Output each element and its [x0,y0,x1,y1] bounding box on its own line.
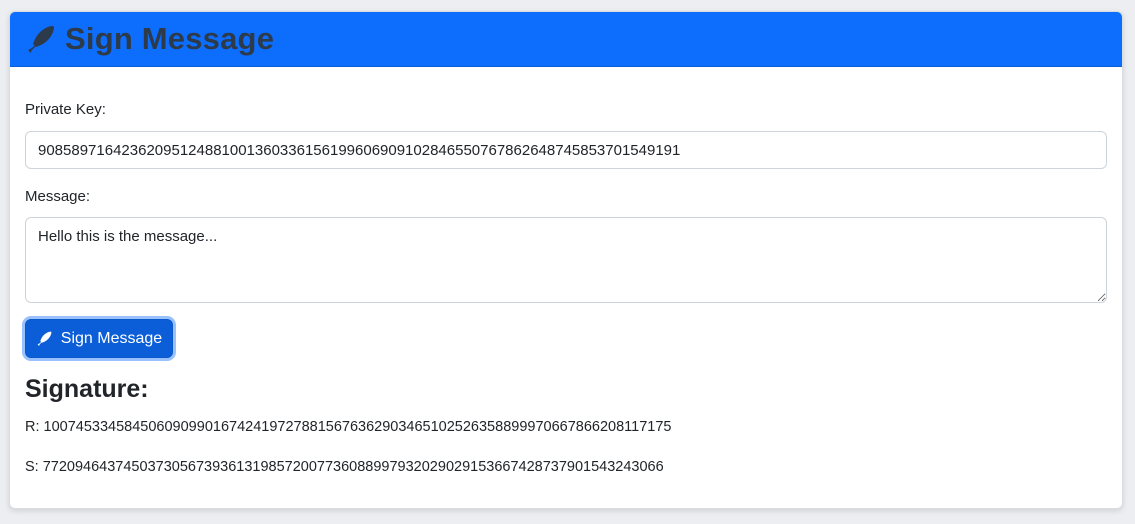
message-textarea[interactable]: Hello this is the message... [25,217,1107,303]
private-key-label: Private Key: [25,101,106,118]
signature-s-value: S: 7720946437450373056739361319857200773… [25,459,664,475]
message-label: Message: [25,188,91,205]
signature-r-value: R: 1007453345845060909901674241972788156… [25,419,672,435]
private-key-input[interactable] [25,131,1107,169]
sign-message-card: Sign Message Private Key: Message: Hello… [9,11,1123,509]
feather-pen-icon [25,23,57,55]
signature-heading: Signature: [25,375,149,403]
sign-button-label: Sign Message [60,329,163,347]
card-header: Sign Message [10,12,1122,67]
sign-message-button[interactable]: Sign Message [25,319,173,358]
page-title: Sign Message [65,21,275,56]
feather-pen-icon [36,330,53,347]
